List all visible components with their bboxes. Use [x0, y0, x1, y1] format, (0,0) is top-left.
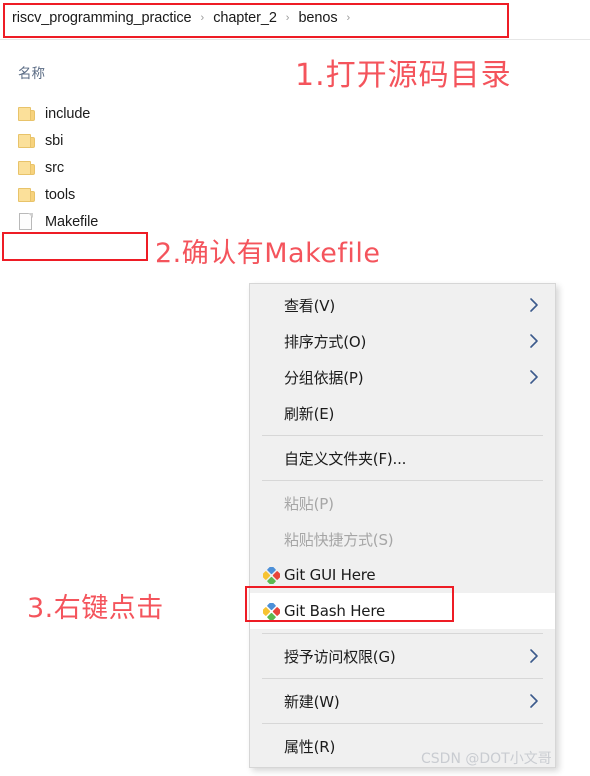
menu-item-label: 刷新(E)	[284, 404, 335, 423]
menu-item[interactable]: Git Bash Here	[250, 593, 555, 629]
submenu-chevron-right-icon	[529, 333, 539, 349]
breadcrumb-crumb-0[interactable]: riscv_programming_practice	[12, 10, 192, 26]
submenu-chevron-right-icon	[529, 369, 539, 385]
folder-icon	[18, 106, 35, 121]
file-name-label: include	[45, 105, 91, 122]
menu-item: 粘贴快捷方式(S)	[250, 521, 555, 557]
menu-item[interactable]: 自定义文件夹(F)...	[250, 440, 555, 476]
menu-item[interactable]: Git GUI Here	[250, 557, 555, 593]
menu-item-label: 粘贴快捷方式(S)	[284, 530, 394, 549]
file-icon	[18, 213, 35, 230]
menu-item-label: 查看(V)	[284, 296, 335, 315]
git-icon	[258, 602, 284, 620]
file-row[interactable]: src	[0, 154, 240, 181]
menu-separator	[262, 723, 543, 724]
file-row[interactable]: Makefile	[0, 208, 240, 235]
menu-item[interactable]: 刷新(E)	[250, 395, 555, 431]
menu-item-label: 排序方式(O)	[284, 332, 367, 351]
breadcrumb-chevron-icon[interactable]: ›	[286, 12, 290, 24]
submenu-chevron-right-icon	[529, 693, 539, 709]
annotation-step-2: 2.确认有Makefile	[155, 238, 381, 269]
breadcrumb-crumb-1[interactable]: chapter_2	[213, 10, 277, 26]
breadcrumb-divider	[0, 39, 590, 40]
submenu-chevron-right-icon	[529, 297, 539, 313]
file-list: include sbi src tools Makefile	[0, 100, 240, 235]
menu-item-label: 新建(W)	[284, 692, 340, 711]
menu-item-label: 属性(R)	[284, 737, 336, 756]
breadcrumb-chevron-icon[interactable]: ›	[201, 12, 205, 24]
menu-item-label: Git GUI Here	[284, 566, 376, 584]
folder-icon	[18, 133, 35, 148]
file-name-label: tools	[45, 186, 76, 203]
menu-item-label: 粘贴(P)	[284, 494, 334, 513]
context-menu[interactable]: 查看(V) 排序方式(O) 分组依据(P) 刷新(E) 自定义文件夹(F)... 粘贴(P…	[249, 283, 556, 768]
git-icon	[258, 566, 284, 584]
file-row[interactable]: tools	[0, 181, 240, 208]
menu-separator	[262, 480, 543, 481]
submenu-chevron-right-icon	[529, 648, 539, 664]
file-name-label: sbi	[45, 132, 64, 149]
menu-item[interactable]: 查看(V)	[250, 287, 555, 323]
breadcrumb-bar: riscv_programming_practice › chapter_2 › ben…	[0, 0, 590, 40]
annotation-step-1: 1.打开源码目录	[295, 58, 512, 93]
folder-icon	[18, 187, 35, 202]
breadcrumb-chevron-icon[interactable]: ›	[346, 12, 350, 24]
menu-item[interactable]: 分组依据(P)	[250, 359, 555, 395]
menu-separator	[262, 435, 543, 436]
menu-item[interactable]: 新建(W)	[250, 683, 555, 719]
makefile-highlight-box	[2, 232, 148, 261]
menu-item[interactable]: 授予访问权限(G)	[250, 638, 555, 674]
folder-icon	[18, 160, 35, 175]
menu-item-label: 自定义文件夹(F)...	[284, 449, 407, 468]
file-row[interactable]: sbi	[0, 127, 240, 154]
menu-separator	[262, 633, 543, 634]
file-row[interactable]: include	[0, 100, 240, 127]
menu-item[interactable]: 排序方式(O)	[250, 323, 555, 359]
menu-separator	[262, 678, 543, 679]
file-name-label: Makefile	[45, 213, 99, 230]
csdn-watermark: CSDN @DOT小文哥	[421, 751, 552, 767]
menu-item-label: 授予访问权限(G)	[284, 647, 396, 666]
menu-item-label: 分组依据(P)	[284, 368, 364, 387]
menu-item: 粘贴(P)	[250, 485, 555, 521]
column-header-name[interactable]: 名称	[18, 62, 45, 82]
file-name-label: src	[45, 159, 65, 176]
breadcrumb-crumb-2[interactable]: benos	[298, 10, 337, 26]
annotation-step-3: 3.右键点击	[27, 593, 164, 624]
breadcrumb[interactable]: riscv_programming_practice › chapter_2 › ben…	[12, 10, 359, 26]
menu-item-label: Git Bash Here	[284, 602, 385, 620]
